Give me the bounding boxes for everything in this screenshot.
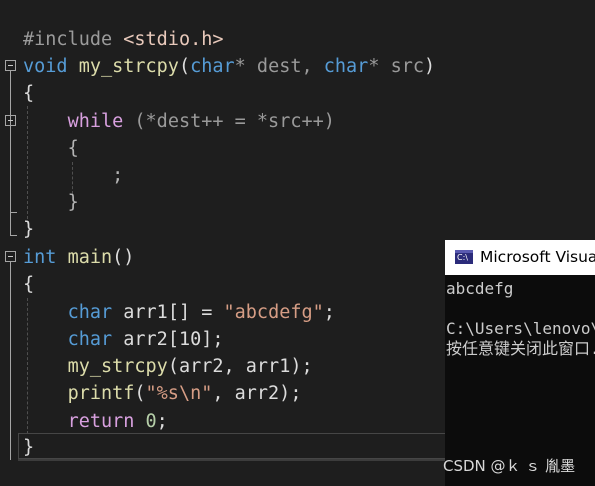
paren-open: ( xyxy=(134,383,146,404)
console-output-line: abcdefg xyxy=(446,279,514,298)
brace: } xyxy=(67,192,79,213)
code-line-brace-close[interactable]: } xyxy=(23,189,79,216)
code-line-call-printf[interactable]: printf("%s\n", arr2); xyxy=(23,380,302,407)
fold-toggle-main-icon[interactable] xyxy=(5,251,16,262)
code-line-include[interactable]: #include <stdio.h> xyxy=(23,26,224,53)
code-line-return[interactable]: return 0; xyxy=(23,408,168,435)
paren-close: ) xyxy=(424,56,436,77)
fold-guide-while xyxy=(10,126,11,212)
fold-end-while xyxy=(10,212,17,213)
call-printf: printf xyxy=(67,383,135,404)
while-condition: (*dest++ = *src++) xyxy=(123,111,335,132)
console-title-bar[interactable]: C:\ Microsoft Visual Studio Debug Consol… xyxy=(445,240,595,275)
semicolon: ; xyxy=(112,165,124,186)
code-line-call-my-strcpy[interactable]: my_strcpy(arr2, arr1); xyxy=(23,353,313,380)
include-header: <stdio.h> xyxy=(123,29,224,50)
string-literal: "abcdefg" xyxy=(223,302,324,323)
current-line-highlight xyxy=(18,433,458,459)
code-line-brace-open[interactable]: { xyxy=(23,80,34,107)
decl-arr1: arr1[] = xyxy=(112,302,224,323)
debug-console-window[interactable]: C:\ Microsoft Visual Studio Debug Consol… xyxy=(445,240,595,486)
editor-bottom-rule xyxy=(18,459,446,461)
console-app-icon: C:\ xyxy=(455,250,473,264)
keyword-while: while xyxy=(67,111,124,132)
code-line-strcpy-signature[interactable]: void my_strcpy(char* dest, char* src) xyxy=(23,53,435,80)
console-output-line: C:\Users\lenovo\source\repos xyxy=(446,319,595,338)
keyword-char: char xyxy=(67,302,113,323)
parens: () xyxy=(112,247,135,268)
watermark: CSDN @ｋ ｓ 胤墨 xyxy=(443,457,576,475)
keyword-int: int xyxy=(23,247,57,268)
code-line-decl-arr1[interactable]: char arr1[] = "abcdefg"; xyxy=(23,299,335,326)
function-name-my-strcpy: my_strcpy xyxy=(78,56,179,77)
code-line-brace-close[interactable]: } xyxy=(23,434,34,461)
fold-toggle-strcpy-icon[interactable] xyxy=(5,60,16,71)
paren-open: ( xyxy=(178,56,191,77)
keyword-char: char xyxy=(323,56,369,77)
include-directive: #include xyxy=(23,29,113,50)
call-args: (arr2, arr1); xyxy=(167,356,313,377)
fold-end-strcpy xyxy=(10,235,17,236)
function-name-main: main xyxy=(67,247,113,268)
semicolon: ; xyxy=(323,302,335,323)
format-string: "%s\n" xyxy=(145,383,213,404)
code-line-empty-statement[interactable]: ; xyxy=(23,162,123,189)
fold-toggle-while-icon[interactable] xyxy=(5,115,16,126)
code-line-while[interactable]: while (*dest++ = *src++) xyxy=(23,108,335,135)
param-src: * src xyxy=(368,56,425,77)
keyword-char: char xyxy=(67,329,113,350)
number-literal: 0 xyxy=(145,411,157,432)
brace: { xyxy=(67,138,79,159)
brace: } xyxy=(23,219,35,240)
console-title: Microsoft Visual Studio Debug Console xyxy=(480,248,595,266)
keyword-char: char xyxy=(190,56,235,77)
brace: { xyxy=(23,274,35,295)
code-line-decl-arr2[interactable]: char arr2[10]; xyxy=(23,326,224,353)
code-line-brace-open[interactable]: { xyxy=(23,135,79,162)
fold-guide-main xyxy=(10,262,11,460)
code-line-brace-close[interactable]: } xyxy=(23,216,34,243)
console-output-line: 按任意键关闭此窗口... xyxy=(446,339,595,358)
semicolon: ; xyxy=(156,411,168,432)
decl-arr2: arr2[10]; xyxy=(112,329,224,350)
keyword-return: return xyxy=(67,411,135,432)
code-line-main-signature[interactable]: int main() xyxy=(23,244,134,271)
brace: } xyxy=(23,437,35,458)
code-line-brace-open[interactable]: { xyxy=(23,271,34,298)
call-args: , arr2); xyxy=(212,383,302,404)
keyword-void: void xyxy=(23,56,68,77)
param-dest: * dest, xyxy=(234,56,324,77)
brace: { xyxy=(23,83,35,104)
call-my-strcpy: my_strcpy xyxy=(67,356,168,377)
